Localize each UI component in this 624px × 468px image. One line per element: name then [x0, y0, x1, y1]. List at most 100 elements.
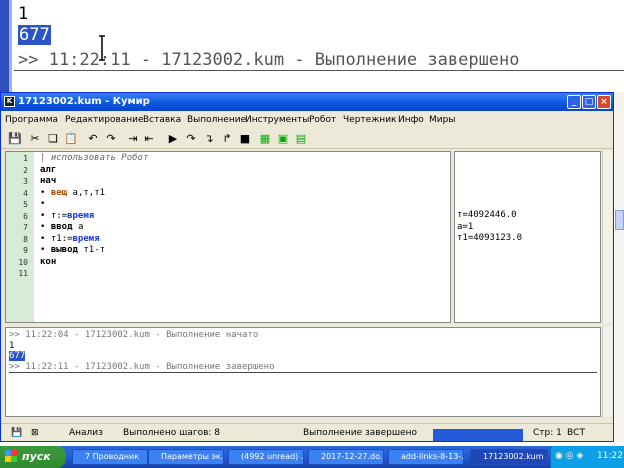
taskbar-item[interactable]: 2017-12-27.do... [308, 449, 384, 465]
output-line: >> 11:22:11 - 17123002.kum - Выполнение … [9, 361, 275, 372]
menu-item[interactable]: Программа [5, 115, 58, 125]
run-icon[interactable]: ▶ [165, 131, 181, 147]
scroll-thumb[interactable] [615, 210, 624, 230]
margin-values-panel: т=4092446.0 a=1 т1=4093123.0 [454, 151, 601, 323]
line-number-gutter: 1 2 3 4 5 6 7 8 9 10 11 [6, 152, 34, 322]
menu-item[interactable]: Выполнение [187, 115, 246, 125]
code-line[interactable]: • вывод т1-т [40, 245, 105, 255]
code-line[interactable]: • т:=время [40, 211, 94, 221]
line-number: 3 [23, 177, 28, 186]
output-scrollbar[interactable] [602, 327, 612, 417]
paste-icon[interactable]: 📋 [63, 131, 79, 147]
taskbar-item[interactable]: 7 Проводник [72, 449, 148, 465]
line-number: 9 [23, 246, 28, 255]
code-line[interactable]: | использовать Робот [40, 153, 148, 163]
taskbar: пуск 7 Проводник Параметры эк... (4992 unr… [0, 446, 624, 468]
line-number: 10 [18, 257, 28, 267]
code-line[interactable]: • [40, 199, 45, 209]
line-number: 1 [23, 154, 28, 163]
save-icon[interactable]: 💾 [7, 131, 23, 147]
output-divider [9, 372, 597, 373]
margin-value: a=1 [457, 221, 474, 232]
tray-icons[interactable]: ◉ ◎ ◈ [555, 451, 583, 461]
draw-icon[interactable]: ▤ [293, 131, 309, 147]
menu-item[interactable]: Вставка [143, 115, 181, 125]
status-position: Стр: 1 [533, 428, 562, 438]
zoom-output-line-2[interactable]: 677 [18, 25, 51, 45]
output-panel[interactable]: >> 11:22:04 - 17123002.kum - Выполнение … [5, 327, 601, 417]
save-icon[interactable]: 💾 [11, 428, 22, 438]
step-into-icon[interactable]: ↴ [201, 131, 217, 147]
robot-icon[interactable]: ▣ [275, 131, 291, 147]
status-insert-mode: ВСТ [567, 428, 585, 438]
cut-icon[interactable]: ✂ [27, 131, 43, 147]
line-number: 5 [23, 200, 28, 209]
step-icon[interactable]: ↷ [183, 131, 199, 147]
unindent-icon[interactable]: ⇤ [141, 131, 157, 147]
menu-item[interactable]: Инструменты [245, 115, 309, 125]
output-line: 677 [9, 351, 26, 361]
taskbar-item[interactable]: Параметры эк... [148, 449, 224, 465]
code-line[interactable]: • вещ a,т,т1 [40, 188, 105, 198]
taskbar-item[interactable]: 17123002.kum ... [470, 449, 548, 465]
popup-notification[interactable] [433, 429, 523, 441]
line-number: 7 [23, 223, 28, 232]
selected-text[interactable]: 677 [18, 25, 51, 45]
output-line: >> 11:22:04 - 17123002.kum - Выполнение … [9, 330, 259, 340]
window-title: 17123002.kum - Кумир [18, 96, 150, 107]
margin-value: т1=4093123.0 [457, 233, 523, 243]
start-label: пуск [22, 450, 51, 463]
code-line[interactable]: кон [40, 257, 56, 267]
status-state: Выполнение завершено [303, 428, 417, 438]
menu-item[interactable]: Миры [429, 115, 455, 125]
close-file-icon[interactable]: ⊠ [31, 428, 39, 438]
taskbar-item[interactable]: add-links-8-13-... [388, 449, 464, 465]
menu-item[interactable]: Робот [309, 115, 336, 125]
line-number: 6 [23, 211, 28, 221]
menu-item[interactable]: Чертежник [343, 115, 396, 125]
line-number: 11 [18, 269, 28, 278]
undo-icon[interactable]: ↶ [85, 131, 101, 147]
minimize-button[interactable]: _ [567, 95, 581, 109]
start-button[interactable]: пуск [0, 446, 66, 468]
line-number: 8 [23, 234, 28, 244]
kumir-window: K 17123002.kum - Кумир _ □ × Программа Ре… [0, 92, 614, 442]
status-steps: Выполнено шагов: 8 [123, 428, 221, 438]
menu-bar: Программа Редактирование Вставка Выполнение… [1, 112, 613, 128]
menu-item[interactable]: Редактирование [65, 115, 144, 125]
redo-icon[interactable]: ↷ [103, 131, 119, 147]
toolbar: 💾 ✂ ❏ 📋 ↶ ↷ ⇥ ⇤ ▶ ↷ ↴ ↱ ■ ▦ ▣ ▤ [1, 129, 613, 149]
panel-left-bar [0, 0, 9, 92]
background-scrollbar[interactable] [615, 92, 624, 442]
panel-left-edge [9, 0, 12, 92]
close-button[interactable]: × [597, 95, 611, 109]
windows-logo-icon [5, 450, 17, 462]
system-tray: ◉ ◎ ◈ 11:22 [550, 446, 624, 468]
zoom-output-line-3: >> 11:22:11 - 17123002.kum - Выполнение … [18, 50, 520, 70]
line-number: 4 [23, 188, 28, 198]
editor-scrollbar[interactable] [602, 151, 612, 323]
line-number: 2 [23, 165, 28, 175]
grid-icon[interactable]: ▦ [257, 131, 273, 147]
text-cursor-icon [99, 35, 105, 61]
code-line[interactable]: нач [40, 176, 56, 186]
divider [14, 70, 624, 71]
app-icon: K [4, 96, 15, 107]
taskbar-item[interactable]: (4992 unread) ... [228, 449, 304, 465]
code-line[interactable]: • т1:=время [40, 234, 100, 244]
code-editor[interactable]: 1 2 3 4 5 6 7 8 9 10 11 | использовать Робот алг нач… [5, 151, 451, 323]
maximize-button[interactable]: □ [582, 95, 596, 109]
code-line[interactable]: • ввод a [40, 222, 83, 232]
menu-item[interactable]: Инфо [398, 115, 424, 125]
zoom-output-line-1: 1 [18, 4, 29, 24]
stop-icon[interactable]: ■ [237, 131, 253, 147]
output-line: 1 [9, 340, 15, 351]
selected-output[interactable]: 677 [9, 351, 26, 361]
indent-icon[interactable]: ⇥ [125, 131, 141, 147]
title-bar[interactable]: K 17123002.kum - Кумир _ □ × [1, 93, 613, 111]
step-out-icon[interactable]: ↱ [219, 131, 235, 147]
status-mode: Анализ [69, 428, 103, 438]
margin-value: т=4092446.0 [457, 210, 517, 220]
copy-icon[interactable]: ❏ [45, 131, 61, 147]
code-line[interactable]: алг [40, 165, 56, 175]
